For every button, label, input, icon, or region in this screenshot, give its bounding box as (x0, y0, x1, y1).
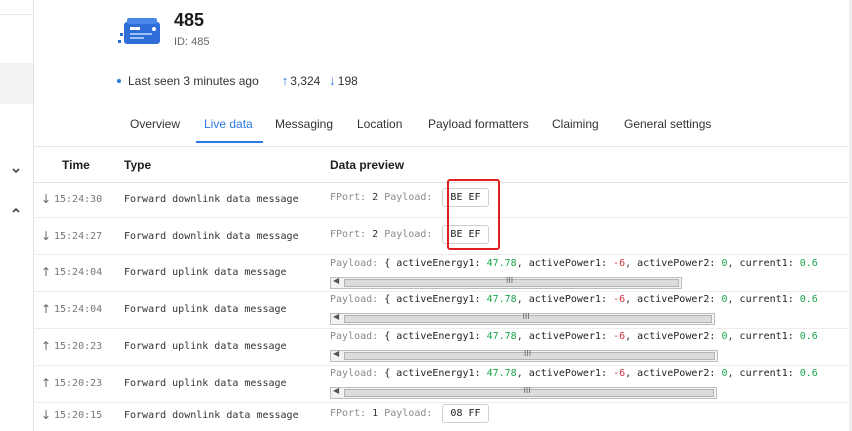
status-dot-icon (117, 78, 121, 83)
column-header-time[interactable]: Time (62, 158, 90, 172)
row-time: 15:20:23 (54, 341, 103, 352)
row-type: Forward uplink data message (124, 304, 287, 315)
horizontal-scrollbar[interactable]: ◀ III (330, 349, 718, 362)
table-row[interactable]: ↓ 15:24:30 Forward downlink data message… (33, 182, 849, 218)
fport-label: FPort: (330, 408, 367, 419)
row-preview-json: Payload: { activeEnergy1: 47.78, activeP… (330, 294, 818, 305)
row-time: 15:20:15 (54, 410, 103, 421)
table-header: Time Type Data preview (33, 146, 849, 183)
scrollbar-grip-icon: III (506, 276, 514, 285)
row-preview-json: Payload: { activeEnergy1: 47.78, activeP… (330, 258, 818, 269)
row-time: 15:24:04 (54, 304, 103, 315)
horizontal-scrollbar[interactable]: ◀ III (330, 312, 715, 325)
table-row[interactable]: ↓ 15:24:27 Forward downlink data message… (33, 218, 849, 255)
table-row[interactable]: ↑ 15:24:04 Forward uplink data message P… (33, 255, 849, 292)
downlink-arrow-icon: ↓ (41, 192, 52, 206)
column-header-data-preview[interactable]: Data preview (330, 158, 404, 172)
last-seen-text: Last seen 3 minutes ago (128, 73, 259, 88)
tab-live-data[interactable]: Live data (204, 117, 253, 131)
fport-label: FPort: (330, 229, 367, 240)
row-time: 15:20:23 (54, 378, 103, 389)
table-row[interactable]: ↑ 15:20:23 Forward uplink data message P… (33, 366, 849, 403)
payload-label: Payload: (384, 408, 433, 419)
tab-overview[interactable]: Overview (130, 117, 180, 131)
row-type: Forward uplink data message (124, 267, 287, 278)
scroll-left-icon[interactable]: ◀ (333, 386, 339, 395)
row-type: Forward uplink data message (124, 378, 287, 389)
tab-claiming[interactable]: Claiming (552, 117, 599, 131)
horizontal-scrollbar[interactable]: ◀ III (330, 276, 682, 289)
row-time: 15:24:27 (54, 231, 103, 242)
uplink-arrow-icon: ↑ (41, 265, 52, 279)
downlink-arrow-icon: ↓ (41, 408, 52, 422)
tab-payload-formatters[interactable]: Payload formatters (428, 117, 529, 131)
table-row[interactable]: ↑ 15:20:23 Forward uplink data message P… (33, 329, 849, 366)
tab-messaging[interactable]: Messaging (275, 117, 333, 131)
column-header-type[interactable]: Type (124, 158, 151, 172)
table-row[interactable]: ↓ 15:20:15 Forward downlink data message… (33, 403, 849, 431)
payload-value: BE EF (442, 225, 489, 244)
scroll-left-icon[interactable]: ◀ (333, 276, 339, 285)
device-id: ID: 485 (174, 36, 210, 48)
tab-location[interactable]: Location (357, 117, 402, 131)
uplink-arrow-icon: ↑ (41, 339, 52, 353)
scroll-left-icon[interactable]: ◀ (333, 312, 339, 321)
row-time: 15:24:30 (54, 194, 103, 205)
row-type: Forward downlink data message (124, 231, 299, 242)
chevron-down-icon[interactable] (9, 164, 23, 178)
downlink-count: 198 (337, 73, 358, 88)
device-board-icon (118, 18, 160, 44)
row-time: 15:24:04 (54, 267, 103, 278)
payload-value: 08 FF (442, 404, 489, 423)
uplink-arrow-icon: ↑ (41, 302, 52, 316)
row-preview: FPort: 2 Payload: BE EF (330, 225, 489, 244)
sidebar-selected-item[interactable] (0, 63, 33, 104)
scrollbar-grip-icon: III (522, 312, 530, 321)
downlink-arrow-icon: ↓ (329, 73, 336, 88)
tab-general-settings[interactable]: General settings (624, 117, 711, 131)
uplink-arrow-icon: ↑ (41, 376, 52, 390)
fport-label: FPort: (330, 192, 367, 203)
active-tab-indicator (196, 141, 263, 143)
row-preview: FPort: 2 Payload: BE EF (330, 188, 489, 207)
downlink-arrow-icon: ↓ (41, 229, 52, 243)
row-preview-json: Payload: { activeEnergy1: 47.78, activeP… (330, 331, 818, 342)
row-type: Forward uplink data message (124, 341, 287, 352)
payload-label: Payload: (384, 192, 433, 203)
device-status: Last seen 3 minutes ago ↑ 3,324 ↓ 198 (117, 73, 358, 88)
horizontal-scrollbar[interactable]: ◀ III (330, 386, 717, 399)
uplink-count: 3,324 (290, 73, 321, 88)
row-preview-json: Payload: { activeEnergy1: 47.78, activeP… (330, 368, 818, 379)
fport-value: 2 (372, 229, 379, 240)
device-name: 485 (174, 10, 205, 30)
fport-value: 2 (372, 192, 379, 203)
chevron-up-icon[interactable] (9, 203, 23, 217)
scrollbar-grip-icon: III (524, 349, 532, 358)
scroll-left-icon[interactable]: ◀ (333, 349, 339, 358)
uplink-arrow-icon: ↑ (281, 73, 289, 88)
fport-value: 1 (372, 408, 379, 419)
row-type: Forward downlink data message (124, 194, 299, 205)
table-row[interactable]: ↑ 15:24:04 Forward uplink data message P… (33, 292, 849, 329)
row-type: Forward downlink data message (124, 410, 299, 421)
scrollbar-grip-icon: III (523, 386, 531, 395)
row-preview: FPort: 1 Payload: 08 FF (330, 404, 489, 423)
sidebar-divider (0, 14, 33, 15)
sidebar (0, 0, 34, 431)
payload-value: BE EF (442, 188, 489, 207)
payload-label: Payload: (384, 229, 433, 240)
